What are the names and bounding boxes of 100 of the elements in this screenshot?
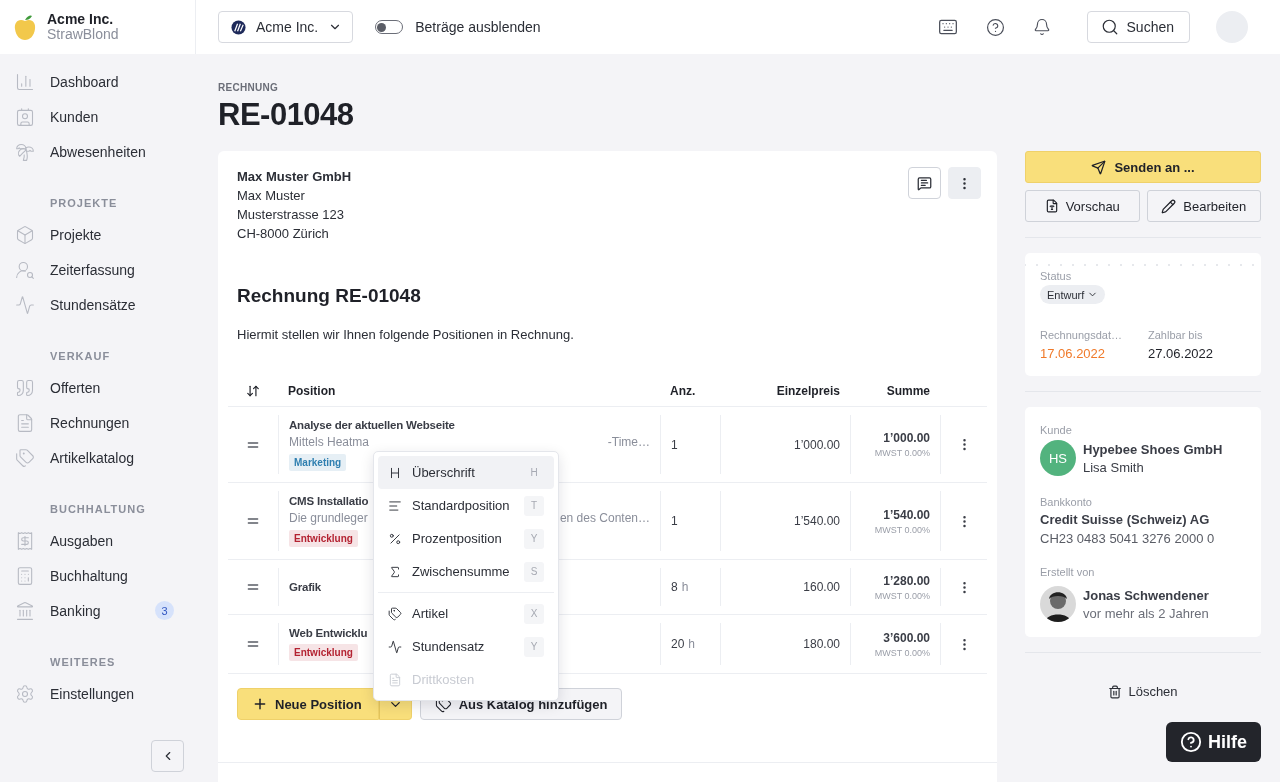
page-eyebrow: RECHNUNG [218,82,280,93]
vat-rate: MWST 0.00% [874,448,930,458]
menu-item[interactable]: Zwischensumme S [378,555,554,588]
sidebar-item-icon [15,259,35,280]
shortcut-key: Y [524,528,544,549]
position-title: Web Entwicklu [289,627,368,639]
pencil-icon [1161,198,1177,214]
customer-name: Hypebee Shoes GmbH [1083,441,1223,457]
field-label: Bankkonto [1040,496,1093,508]
customer-avatar: HS [1040,440,1076,476]
field-label: Status [1040,270,1073,282]
sidebar-item-icon [15,530,35,551]
menu-item[interactable]: Standardposition T [378,489,554,522]
sidebar-item[interactable]: Projekte [0,217,196,252]
status-dropdown[interactable]: Entwurf [1040,285,1106,304]
trash-icon [1108,684,1123,699]
sidebar-item-icon [15,141,35,162]
iban: CH23 0483 5041 3276 2000 0 [1040,531,1216,546]
sidebar-item-icon [15,71,35,92]
sidebar-item[interactable]: Buchhaltung [0,558,196,593]
sidebar-item-icon [15,106,35,127]
apple-logo-icon [14,13,36,41]
menu-item-icon [388,465,402,480]
sidebar-item[interactable]: Einstellungen [0,676,196,711]
search-icon [1100,18,1119,36]
bell-icon[interactable] [1032,18,1051,36]
creator-name: Jonas Schwendener [1083,587,1209,603]
vat-rate: MWST 0.00% [874,590,930,601]
invoice-date: 17.06.2022 [1040,346,1107,361]
sidebar-item[interactable]: Dashboard [0,64,196,99]
menu-item[interactable]: Prozentposition Y [378,522,554,555]
send-button[interactable]: Senden an ... [1025,151,1261,183]
sidebar-item[interactable]: Zeiterfassung [0,252,196,287]
sidebar-item[interactable]: Kunden [0,99,196,134]
comment-button[interactable] [908,167,941,199]
unit-price: 160.00 [803,580,840,594]
vat-rate: MWST 0.00% [874,524,930,535]
company-logo-icon [231,19,246,35]
line-total: 1’000.00 [883,431,930,445]
quantity-unit: h [688,637,696,651]
line-total: 1’280.00 [883,573,930,588]
column-header: Anz. [669,383,697,398]
sidebar-item-icon [15,224,35,245]
toggle-switch[interactable] [375,20,404,34]
shortcut-key: X [524,603,544,624]
unit-price: 1’540.00 [793,514,840,528]
help-button[interactable]: Hilfe [1166,722,1261,762]
position-title: Analyse der aktuellen Webseite [289,418,455,431]
quantity: 8 [671,580,678,594]
position-description: en des Conten… [559,511,650,525]
address-line: Max Muster GmbH [237,168,352,186]
menu-item[interactable]: Artikel X [378,597,554,630]
created-time: vor mehr als 2 Jahren [1083,605,1209,621]
plus-icon [252,696,268,712]
keyboard-icon[interactable] [937,17,958,37]
count-badge: 3 [155,601,174,620]
help-icon[interactable] [985,17,1005,37]
address-line: Musterstrasse 123 [237,206,345,224]
category-tag: Entwicklung [289,644,358,661]
column-header: Summe [885,383,931,398]
new-position-button[interactable]: Neue Position [237,688,379,720]
sidebar-item-icon [15,447,35,468]
shortcut-key: S [524,561,544,582]
search-button[interactable]: Suchen [1086,11,1190,43]
page-title: RE-01048 [218,97,355,133]
company-selector[interactable]: Acme Inc. [218,11,354,43]
sidebar-item[interactable]: Abwesenheiten [0,134,196,169]
sidebar-item[interactable]: Rechnungen [0,405,196,440]
sidebar-section-title: VERKAUF [49,349,112,364]
address-line: CH-8000 Zürich [237,225,330,243]
menu-item[interactable]: Stundensatz Y [378,630,554,663]
preview-button[interactable]: Vorschau [1025,190,1140,222]
field-label: Zahlbar bis [1148,329,1204,341]
sidebar-item[interactable]: Offerten [0,370,196,405]
quantity: 1 [671,514,678,528]
edit-button[interactable]: Bearbeiten [1146,190,1261,222]
sidebar-item-icon [15,565,35,586]
sidebar-section-title: WEITERES [49,655,117,670]
field-label: Rechnungsdat… [1040,329,1123,341]
quantity: 1 [671,437,678,452]
quantity-unit: h [681,580,689,594]
sidebar-item[interactable]: Stundensätze [0,287,196,322]
position-description: Mittels Heatma [289,434,370,449]
delete-button[interactable]: Löschen [1102,683,1184,700]
field-label: Erstellt von [1040,566,1096,578]
quantity: 20 [671,637,685,651]
comment-icon [917,175,932,191]
bank-name: Credit Suisse (Schweiz) AG [1040,512,1211,527]
unit-price: 180.00 [803,637,840,651]
category-tag: Marketing [289,453,347,471]
sidebar-item[interactable]: Ausgaben [0,523,196,558]
company-subtitle: StrawBlond [47,27,119,42]
sidebar-item-icon [15,294,35,315]
contact-name: Lisa Smith [1083,459,1145,475]
shortcut-key: Y [524,636,544,657]
sidebar-item[interactable]: Artikelkatalog [0,440,196,475]
help-icon [1180,731,1202,753]
sidebar-item[interactable]: Banking 3 [0,593,196,628]
menu-item[interactable]: Überschrift H [378,456,554,489]
line-total: 3’600.00 [883,630,930,645]
